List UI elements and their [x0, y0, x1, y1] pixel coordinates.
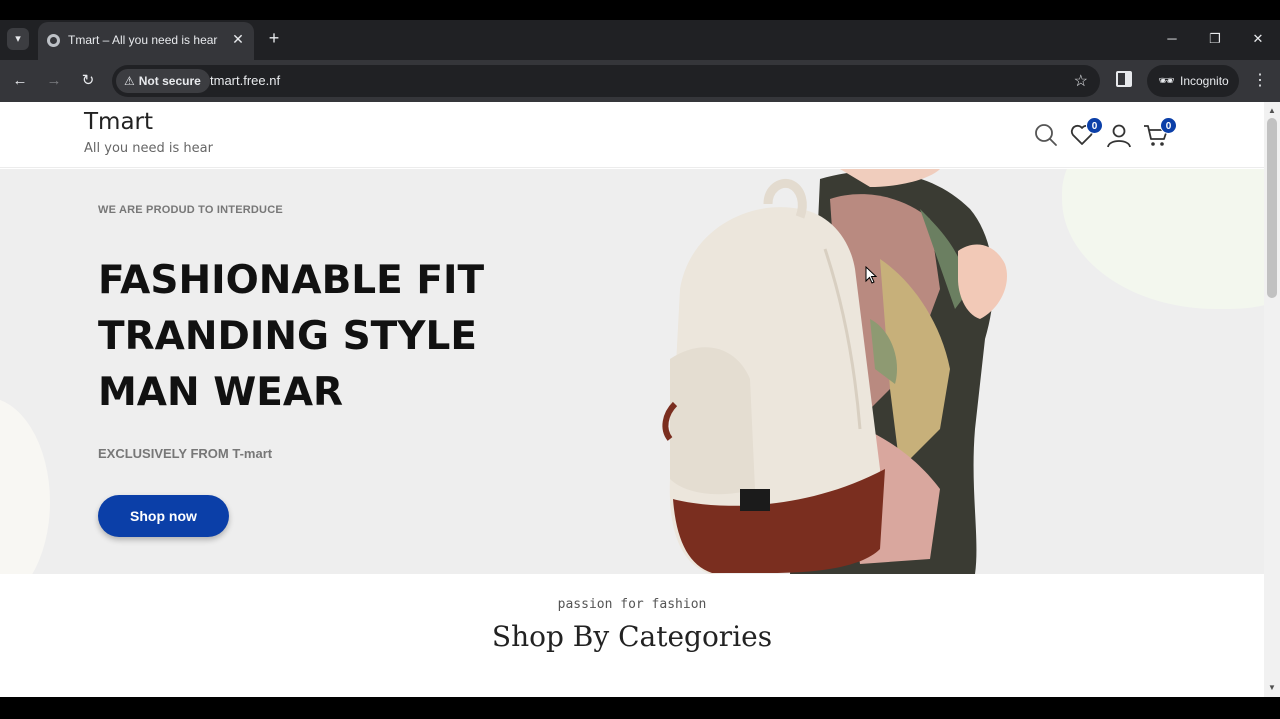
mouse-pointer-icon: [865, 266, 877, 284]
more-menu-icon[interactable]: ⋮: [1250, 70, 1270, 92]
section-kicker: passion for fashion: [557, 597, 707, 612]
shop-now-button[interactable]: Shop now: [98, 495, 229, 537]
hero-headline-line-2: TRANDING STYLE: [98, 314, 477, 359]
incognito-label: Incognito: [1180, 74, 1229, 88]
tab-search-chevron-down-icon[interactable]: ▾: [7, 28, 29, 50]
tab-close-icon[interactable]: ✕: [230, 31, 246, 47]
close-window-icon[interactable]: ✕: [1243, 28, 1273, 50]
hero-headline-line-1: FASHIONABLE FIT: [98, 258, 485, 303]
tab-active[interactable]: Tmart – All you need is hear ✕: [38, 22, 254, 60]
forward-arrow-icon[interactable]: →: [43, 70, 65, 92]
bookmark-star-icon[interactable]: ☆: [1074, 71, 1088, 91]
incognito-icon: 🕶: [1158, 73, 1175, 88]
bottom-black-bar: [0, 697, 1280, 719]
section-title: Shop By Categories: [491, 620, 773, 653]
scroll-thumb[interactable]: [1267, 118, 1277, 298]
hero-headline-line-3: MAN WEAR: [98, 370, 344, 415]
reload-icon[interactable]: ↻: [77, 70, 99, 92]
tab-strip: ▾ Tmart – All you need is hear ✕ + ─ ❐ ✕: [0, 20, 1280, 60]
top-black-bar: [0, 0, 1280, 20]
hero-decor-blob-left: [0, 397, 50, 574]
search-icon[interactable]: [1033, 122, 1059, 148]
site-tagline: All you need is hear: [84, 141, 213, 156]
minimize-icon[interactable]: ─: [1157, 28, 1187, 50]
wishlist-heart-icon[interactable]: 0: [1069, 117, 1103, 148]
hero-eyebrow: WE ARE PRODUD TO INTERDUCE: [98, 204, 283, 216]
new-tab-plus-icon[interactable]: +: [264, 28, 284, 48]
url-text[interactable]: tmart.free.nf: [210, 73, 280, 88]
cart-icon[interactable]: 0: [1143, 117, 1177, 148]
scroll-down-arrow-icon[interactable]: ▼: [1264, 681, 1280, 695]
incognito-chip[interactable]: 🕶 Incognito: [1147, 65, 1239, 97]
account-user-icon[interactable]: [1106, 122, 1132, 148]
site-header: Tmart All you need is hear 0 0: [0, 102, 1264, 168]
scroll-up-arrow-icon[interactable]: ▲: [1264, 104, 1280, 118]
page-scrollbar[interactable]: ▲ ▼: [1264, 102, 1280, 697]
hero-decor-blob-right: [1062, 169, 1264, 309]
hero-banner: WE ARE PRODUD TO INTERDUCE FASHIONABLE F…: [0, 169, 1264, 574]
hero-headline: FASHIONABLE FIT TRANDING STYLE MAN WEAR: [98, 253, 484, 421]
browser-toolbar: ← → ↻ ⚠ Not secure tmart.free.nf ☆ 🕶 Inco…: [0, 60, 1280, 102]
warning-triangle-icon: ⚠: [124, 74, 135, 88]
globe-icon: [47, 34, 60, 47]
security-label: Not secure: [138, 74, 201, 88]
tab-title: Tmart – All you need is hear: [68, 33, 218, 47]
security-chip[interactable]: ⚠ Not secure: [116, 69, 210, 93]
back-arrow-icon[interactable]: ←: [9, 70, 31, 92]
categories-section-header: passion for fashion Shop By Categories: [0, 574, 1264, 697]
cart-count-badge: 0: [1160, 117, 1177, 134]
address-bar[interactable]: ⚠ Not secure tmart.free.nf ☆: [112, 65, 1100, 97]
site-logo[interactable]: Tmart: [84, 109, 153, 135]
wishlist-count-badge: 0: [1086, 117, 1103, 134]
hero-model-backpack-image: [662, 169, 1008, 574]
side-panel-icon[interactable]: [1116, 71, 1132, 87]
hero-subline: EXCLUSIVELY FROM T-mart: [98, 446, 273, 461]
restore-icon[interactable]: ❐: [1200, 28, 1230, 50]
page-viewport: Tmart All you need is hear 0 0 WE ARE PR…: [0, 102, 1280, 697]
